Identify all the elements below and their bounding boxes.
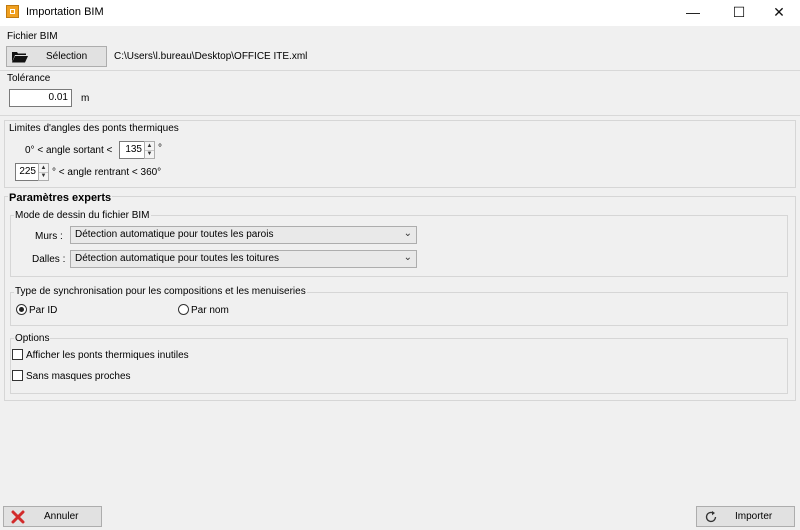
checkbox-afficher-ponts-label[interactable]: Afficher les ponts thermiques inutiles (26, 350, 189, 361)
angle-rentrant-value[interactable]: 225 (15, 163, 39, 181)
options-group (10, 338, 788, 394)
close-button[interactable]: ✕ (756, 0, 800, 24)
murs-select-value: Détection automatique pour toutes les pa… (75, 229, 274, 240)
spin-down-icon[interactable]: ▼ (145, 150, 154, 158)
angle-sortant-arrows[interactable]: ▲ ▼ (144, 141, 155, 159)
dalles-label: Dalles : (32, 254, 66, 265)
angle-sortant-value[interactable]: 135 (119, 141, 145, 159)
mode-dessin-label: Mode de dessin du fichier BIM (14, 210, 151, 221)
importer-button-label: Importer (735, 511, 773, 522)
window-title: Importation BIM (26, 6, 104, 18)
murs-label: Murs : (35, 231, 63, 242)
importer-button[interactable]: Importer (696, 506, 795, 527)
angle-sortant-label: 0° < angle sortant < (25, 145, 113, 156)
app-icon (6, 5, 19, 18)
radio-par-nom[interactable] (178, 304, 189, 315)
angle-rentrant-label: ° < angle rentrant < 360° (52, 167, 162, 178)
selection-button[interactable]: Sélection (6, 46, 107, 67)
checkbox-afficher-ponts[interactable] (12, 349, 23, 360)
divider (0, 115, 800, 116)
experts-title: Paramètres experts (8, 192, 113, 204)
selection-button-label: Sélection (46, 51, 88, 62)
angle-sortant-spinner[interactable]: 135 ▲ ▼ (119, 141, 157, 159)
folder-open-icon (12, 52, 28, 63)
annuler-button-label: Annuler (44, 511, 79, 522)
title-bar: Importation BIM — ☐ ✕ (0, 0, 800, 26)
murs-select[interactable]: Détection automatique pour toutes les pa… (70, 226, 417, 244)
refresh-icon (705, 511, 717, 523)
spin-down-icon[interactable]: ▼ (39, 172, 48, 180)
angle-sortant-unit: ° (158, 143, 162, 154)
dalles-select[interactable]: Détection automatique pour toutes les to… (70, 250, 417, 268)
fichier-bim-label: Fichier BIM (7, 31, 58, 42)
tolerance-input[interactable]: 0.01 (9, 89, 72, 107)
radio-par-id-label[interactable]: Par ID (29, 305, 57, 316)
chevron-down-icon: ⌄ (403, 228, 412, 239)
synchro-group (10, 292, 788, 326)
dialog-body: Fichier BIM Sélection C:\Users\l.bureau\… (0, 26, 800, 530)
checkbox-sans-masques[interactable] (12, 370, 23, 381)
synchro-label: Type de synchronisation pour les composi… (14, 286, 307, 297)
angle-rentrant-spinner[interactable]: 225 ▲ ▼ (15, 163, 52, 181)
annuler-button[interactable]: Annuler (3, 506, 102, 527)
radio-par-nom-label[interactable]: Par nom (191, 305, 229, 316)
radio-par-id[interactable] (16, 304, 27, 315)
checkbox-sans-masques-label[interactable]: Sans masques proches (26, 371, 131, 382)
file-path: C:\Users\l.bureau\Desktop\OFFICE ITE.xml (114, 51, 308, 62)
angle-rentrant-arrows[interactable]: ▲ ▼ (38, 163, 49, 181)
dalles-select-value: Détection automatique pour toutes les to… (75, 253, 280, 264)
angles-label: Limites d'angles des ponts thermiques (8, 123, 180, 134)
tolerance-unit: m (81, 93, 90, 104)
tolerance-label: Tolérance (7, 73, 51, 84)
cancel-x-icon (11, 510, 25, 524)
chevron-down-icon: ⌄ (403, 252, 412, 263)
divider (0, 70, 800, 71)
options-label: Options (14, 333, 51, 344)
minimize-button[interactable]: — (670, 0, 716, 24)
